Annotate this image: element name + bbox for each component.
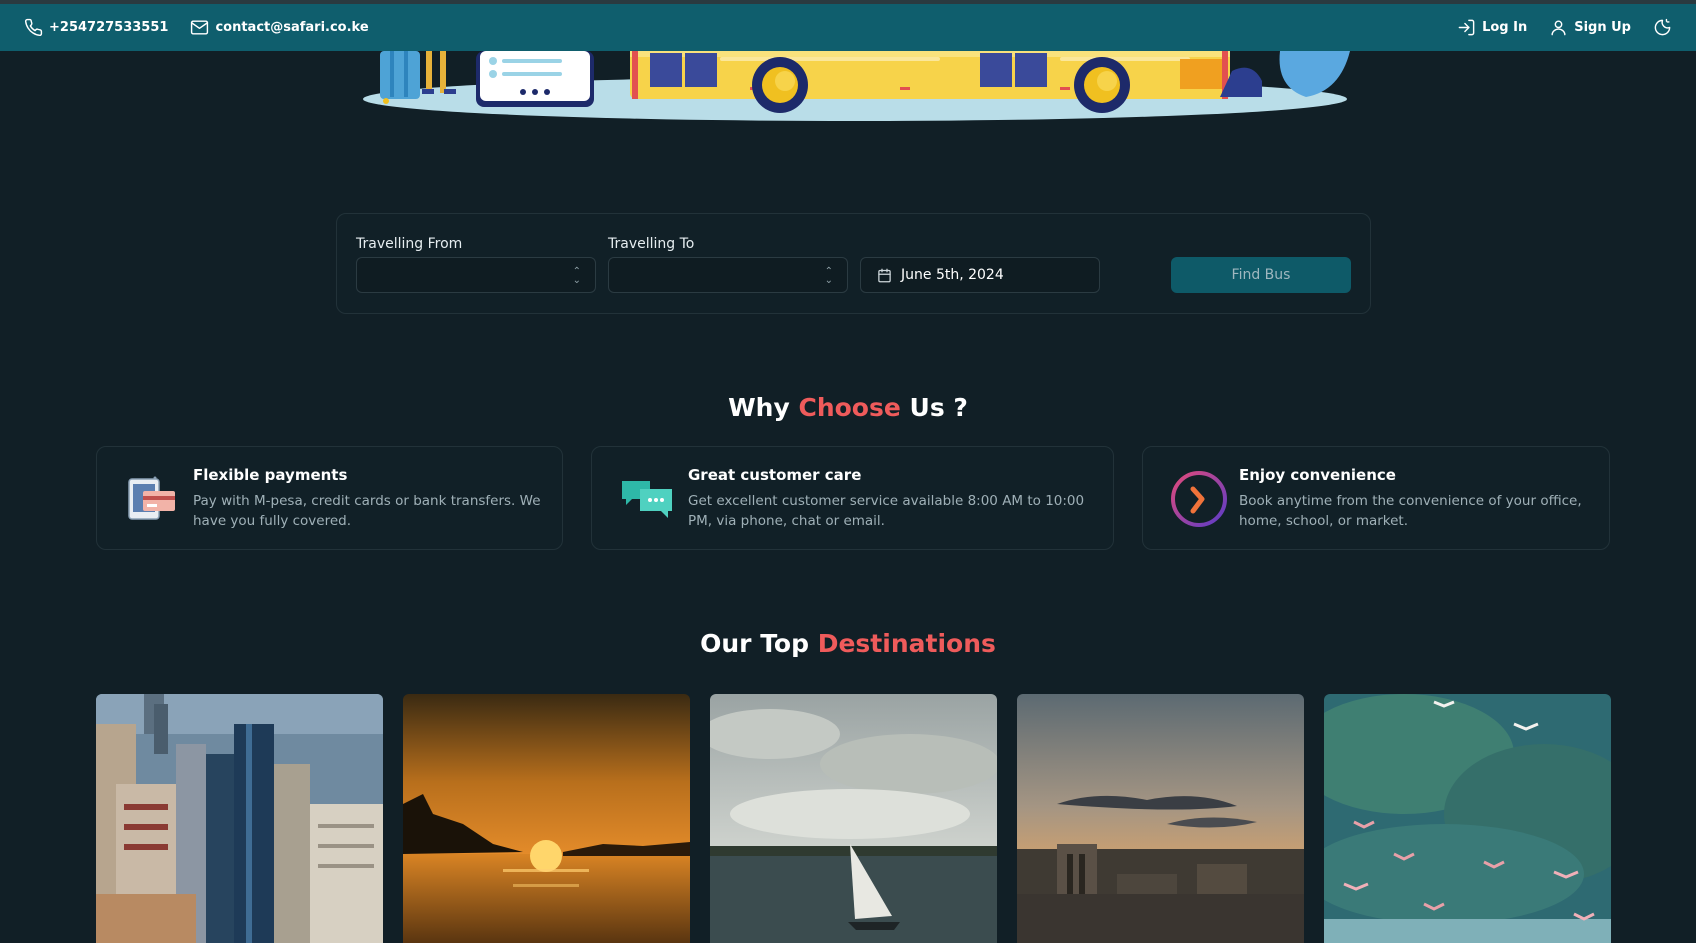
email-link[interactable]: contact@safari.co.ke [190,18,369,37]
theme-toggle[interactable] [1653,18,1672,37]
chat-bubbles-icon [622,481,672,518]
destinations-title-accent: Destinations [817,629,996,658]
theme-toggle-icon [1654,18,1671,36]
why-title-accent: Choose [798,393,901,422]
flamingo-lake-image [1324,694,1611,943]
feature-title: Enjoy convenience [1239,466,1396,484]
phone-number: +254727533551 [49,20,169,35]
account-group: Log In Sign Up [1457,18,1672,37]
contact-group: +254727533551 contact@safari.co.ke [24,18,369,37]
why-title-start: Why [728,393,790,422]
to-select[interactable]: ⌃ ⌄ [608,257,848,293]
find-bus-button[interactable]: Find Bus [1171,257,1351,293]
clock-icon [1171,471,1227,527]
city-skyline-image [96,694,383,943]
dusk-city-image [1017,694,1304,943]
to-label: Travelling To [608,236,695,252]
login-label: Log In [1482,20,1528,35]
login-icon [1458,19,1475,36]
updown-chevron-icon: ⌃ ⌄ [824,266,833,286]
from-label: Travelling From [356,236,463,252]
feature-card-customer-care: Great customer care Get excellent custom… [591,446,1114,550]
hero-bus-illustration [363,51,1350,121]
signup-link[interactable]: Sign Up [1549,18,1631,37]
mail-icon [191,20,209,35]
user-icon [1551,20,1566,36]
feature-card-payments: Flexible payments Pay with M-pesa, credi… [96,446,563,550]
payment-card-icon [128,476,175,520]
login-link[interactable]: Log In [1457,18,1527,37]
destination-card-city[interactable] [96,694,383,943]
email-address: contact@safari.co.ke [215,20,369,35]
top-destinations-heading: Our Top Destinations [0,629,1696,658]
from-select[interactable]: ⌃ ⌄ [356,257,596,293]
destination-card-sailboat[interactable] [710,694,997,943]
feature-description: Get excellent customer service available… [688,493,1085,529]
feature-card-convenience: Enjoy convenience Book anytime from the … [1142,446,1610,550]
why-choose-us-heading: Why Choose Us ? [0,393,1696,422]
destination-card-sunset-lake[interactable] [403,694,690,943]
sailboat-lake-image [710,694,997,943]
signup-label: Sign Up [1574,20,1631,35]
sunset-lake-image [403,694,690,943]
phone-icon [24,18,43,37]
search-form: Travelling From ⌃ ⌄ Travelling To ⌃ ⌄ June… [336,213,1371,314]
feature-description: Pay with M-pesa, credit cards or bank tr… [193,493,541,529]
destination-card-flamingos[interactable] [1324,694,1611,943]
date-picker[interactable]: June 5th, 2024 [860,257,1100,293]
date-value: June 5th, 2024 [901,267,1004,283]
top-bar: +254727533551 contact@safari.co.ke Log I… [0,4,1696,51]
phone-link[interactable]: +254727533551 [24,18,168,37]
feature-title: Great customer care [688,466,862,484]
feature-title: Flexible payments [193,466,348,484]
calendar-icon [878,268,891,282]
feature-description: Book anytime from the convenience of you… [1239,493,1582,529]
why-title-end: Us ? [909,393,968,422]
updown-chevron-icon: ⌃ ⌄ [572,266,581,286]
destination-card-dusk-city[interactable] [1017,694,1304,943]
destinations-title-start: Our Top [700,629,809,658]
